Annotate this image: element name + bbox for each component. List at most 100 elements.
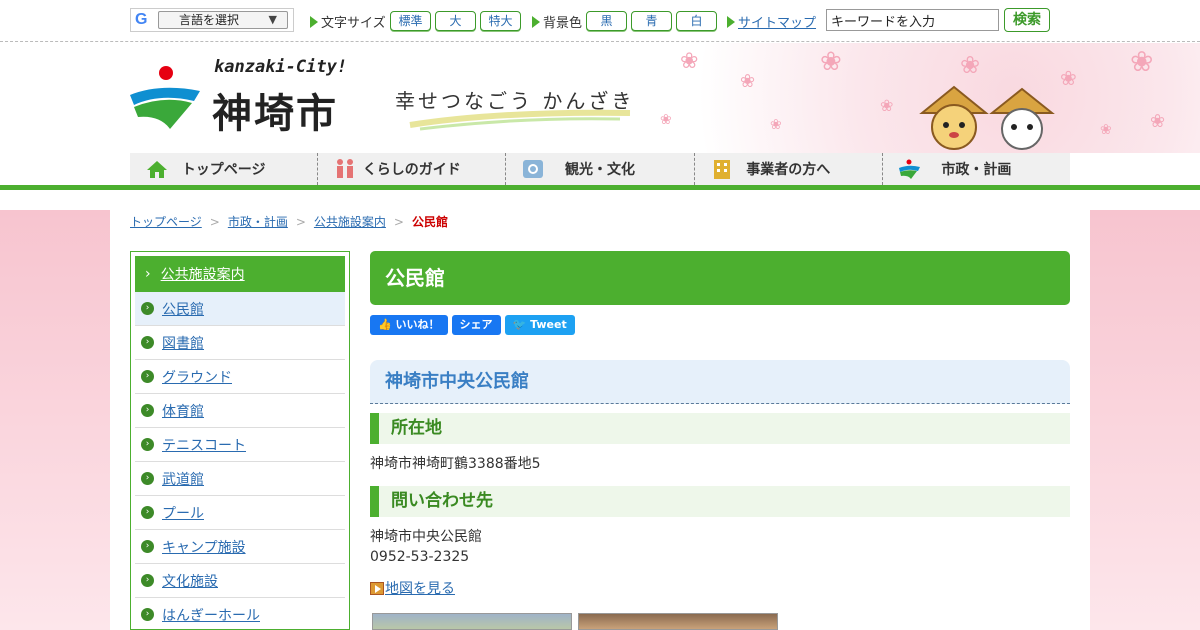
map-link-wrap: 地図を見る	[370, 578, 455, 598]
nav-spacer	[0, 190, 1200, 210]
breadcrumb-current: 公民館	[411, 215, 448, 229]
fontsize-xlarge-button[interactable]: 特大	[480, 11, 521, 31]
city-logo-icon	[130, 66, 200, 129]
address-text: 神埼市神埼町鶴3388番地5	[370, 456, 541, 472]
search-button[interactable]: 検索	[1004, 8, 1050, 32]
left-pink-background	[0, 210, 110, 630]
sidebar-item-pool[interactable]: › プール	[135, 496, 345, 530]
facility-photo-interior	[578, 613, 778, 630]
circle-arrow-icon: ›	[141, 574, 154, 587]
people-icon	[337, 159, 354, 178]
circle-arrow-icon: ›	[141, 404, 154, 417]
city-mark-icon	[898, 159, 920, 179]
sidebar-item-camp[interactable]: › キャンプ施設	[135, 530, 345, 564]
triangle-icon	[727, 15, 735, 28]
contact-phone: 0952-53-2325	[370, 549, 470, 565]
sidebar-heading: › 公共施設案内	[135, 256, 345, 292]
site-header: ❀ ❀ ❀ ❀ ❀ ❀ ❀ ❀ ❀ ❀ ❀ kanzaki-City! 神埼市 …	[0, 43, 1200, 153]
sakura-icon: ❀	[820, 47, 842, 77]
facility-photo-exterior	[372, 613, 572, 630]
triangle-icon	[310, 15, 318, 28]
map-link[interactable]: 地図を見る	[385, 578, 455, 598]
circle-arrow-icon: ›	[141, 506, 154, 519]
sakura-icon: ❀	[1130, 45, 1154, 78]
facebook-share-button[interactable]: シェア	[451, 315, 501, 335]
breadcrumb-city-policy[interactable]: 市政・計画	[228, 213, 288, 230]
city-slogan: 幸せつなごう かんざき	[395, 89, 635, 113]
sidebar-item-hangy-hall[interactable]: › はんぎーホール	[135, 598, 345, 630]
page-title: 公民館	[370, 251, 1070, 305]
circle-arrow-icon: ›	[141, 302, 154, 315]
sakura-icon: ❀	[740, 71, 756, 92]
google-translate-widget[interactable]: G 言語を選択 ▼	[130, 8, 294, 32]
facility-name-heading: 神埼市中央公民館	[370, 360, 1070, 404]
bgcolor-blue-button[interactable]: 青	[631, 11, 672, 31]
bgcolor-black-button[interactable]: 黒	[586, 11, 627, 31]
sitemap-link-wrap: サイトマップ	[727, 12, 816, 31]
sakura-icon: ❀	[770, 117, 782, 133]
chevron-right-icon: >	[295, 214, 306, 229]
sitemap-link[interactable]: サイトマップ	[738, 12, 816, 31]
address-heading: 所在地	[370, 413, 1070, 444]
contact-heading: 問い合わせ先	[370, 486, 1070, 517]
play-arrow-icon	[370, 581, 384, 595]
sidebar-item-culture[interactable]: › 文化施設	[135, 564, 345, 598]
fontsize-label: 文字サイズ	[310, 12, 386, 31]
language-select-label: 言語を選択	[179, 13, 240, 27]
sidebar-item-budokan[interactable]: › 武道館	[135, 462, 345, 496]
sakura-icon: ❀	[1060, 66, 1077, 90]
nav-living-guide[interactable]: くらしのガイド	[318, 153, 507, 185]
logo-english: kanzaki-City!	[214, 57, 348, 77]
chevron-right-icon: >	[393, 214, 404, 229]
thumbs-up-icon: 👍	[378, 318, 392, 331]
sidebar-item-tennis[interactable]: › テニスコート	[135, 428, 345, 462]
chevron-down-icon: ▼	[268, 13, 277, 26]
sidebar-heading-link[interactable]: 公共施設案内	[161, 264, 245, 284]
nav-tourism-culture[interactable]: 観光・文化	[506, 153, 695, 185]
sidebar: › 公共施設案内 › 公民館 › 図書館 › グラウンド › 体育館 › テニスコート ›…	[130, 251, 350, 630]
logo-japanese: 神埼市	[212, 91, 338, 137]
building-icon	[713, 160, 730, 179]
sidebar-item-gym[interactable]: › 体育館	[135, 394, 345, 428]
sakura-icon: ❀	[1150, 111, 1166, 132]
search-input[interactable]	[826, 9, 999, 31]
bgcolor-white-button[interactable]: 白	[676, 11, 717, 31]
tweet-button[interactable]: 🐦 Tweet	[504, 315, 575, 335]
google-icon: G	[135, 11, 148, 28]
nav-business[interactable]: 事業者の方へ	[695, 153, 883, 185]
sakura-icon: ❀	[680, 49, 699, 74]
sidebar-item-kominkan[interactable]: › 公民館	[135, 292, 345, 326]
triangle-icon	[532, 15, 540, 28]
camera-icon	[523, 160, 544, 178]
sidebar-item-ground[interactable]: › グラウンド	[135, 360, 345, 394]
global-nav: トップページ くらしのガイド 観光・文化 事業者の方へ 市政・計画	[130, 153, 1070, 185]
chevron-right-icon: ›	[145, 266, 151, 282]
twitter-bird-icon: 🐦	[512, 318, 527, 331]
breadcrumb: トップページ > 市政・計画 > 公共施設案内 > 公民館	[130, 213, 448, 230]
contact-name: 神埼市中央公民館	[370, 529, 482, 545]
social-buttons: 👍 いいね！ シェア 🐦 Tweet	[370, 315, 575, 335]
fontsize-large-button[interactable]: 大	[435, 11, 476, 31]
sakura-icon: ❀	[880, 96, 894, 115]
sakura-icon: ❀	[960, 51, 981, 79]
circle-arrow-icon: ›	[141, 472, 154, 485]
circle-arrow-icon: ›	[141, 438, 154, 451]
facebook-like-button[interactable]: 👍 いいね！	[370, 315, 448, 335]
sidebar-item-library[interactable]: › 図書館	[135, 326, 345, 360]
nav-city-policy[interactable]: 市政・計画	[883, 153, 1070, 185]
chevron-right-icon: >	[209, 214, 220, 229]
mascot-icon	[919, 85, 1055, 150]
language-select[interactable]: 言語を選択 ▼	[158, 11, 288, 29]
circle-arrow-icon: ›	[141, 540, 154, 553]
sakura-icon: ❀	[1100, 122, 1112, 138]
utility-bar: G 言語を選択 ▼ 文字サイズ 標準 大 特大 背景色 黒 青 白 サイトマップ…	[0, 0, 1200, 42]
circle-arrow-icon: ›	[141, 336, 154, 349]
right-pink-background	[1090, 210, 1200, 630]
fontsize-normal-button[interactable]: 標準	[390, 11, 431, 31]
home-icon	[147, 161, 167, 178]
bgcolor-label: 背景色	[532, 12, 582, 31]
circle-arrow-icon: ›	[141, 370, 154, 383]
breadcrumb-top[interactable]: トップページ	[130, 213, 202, 230]
breadcrumb-public-facilities[interactable]: 公共施設案内	[314, 213, 386, 230]
nav-top[interactable]: トップページ	[130, 153, 319, 185]
